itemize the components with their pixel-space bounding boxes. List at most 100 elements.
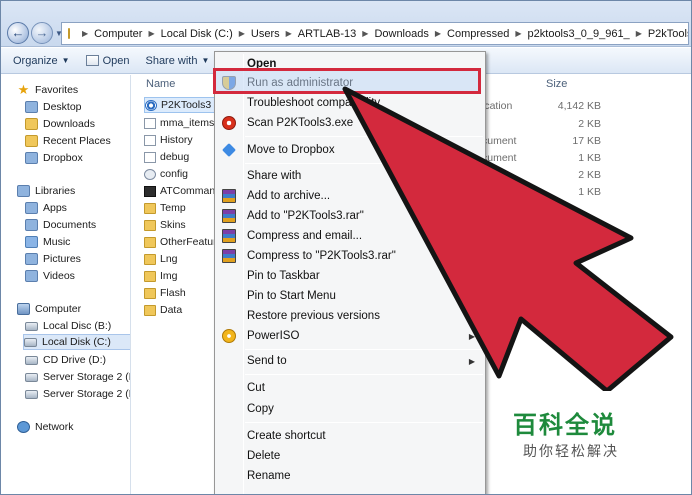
menu-item-create-shortcut[interactable]: Create shortcut [217,426,483,446]
back-button[interactable]: ← [7,22,29,44]
folder-icon [68,28,70,39]
forward-button[interactable]: → [31,22,53,44]
dropbox-icon [25,152,38,164]
file-type-cell: ication [482,100,513,112]
nav-item-dropbox[interactable]: Dropbox [25,150,83,166]
folder-icon [144,304,156,316]
drive-icon [24,337,37,347]
column-header-name[interactable]: Name [146,78,175,90]
folder-row[interactable]: Lng [144,251,178,267]
nav-item-videos[interactable]: Videos [25,268,75,284]
nav-favorites[interactable]: ★ Favorites [17,82,79,98]
winrar-icon [222,249,236,263]
menu-item-cut[interactable]: Cut [217,378,483,398]
nav-item-server-storage[interactable]: Server Storage 2 (Ext [25,369,130,385]
breadcrumb-item[interactable]: Local Disk (C:) [161,28,233,40]
pictures-icon [25,253,38,265]
file-size-cell: 2 KB [578,118,601,130]
menu-item-scan[interactable]: Scan P2KTools3.exe [217,113,483,133]
file-row[interactable]: mma_items. [144,115,217,131]
file-row[interactable]: ATComman [144,183,215,199]
breadcrumb-item[interactable]: Compressed [447,28,509,40]
folder-row[interactable]: Img [144,268,178,284]
file-type-cell: cument [482,135,517,147]
watermark-subtitle: 助你轻松解决 [523,444,619,460]
batch-file-icon [144,185,156,197]
file-row-p2ktools3[interactable]: P2KTools3 [144,97,217,113]
nav-item-downloads[interactable]: Downloads [25,116,95,132]
file-icon [144,117,156,129]
folder-icon [144,287,156,299]
winrar-icon [222,189,236,203]
chevron-down-icon: ▼ [201,56,210,65]
text-file-icon [144,151,156,163]
share-with-button[interactable]: Share with ▼ [145,55,209,67]
network-drive-icon [25,389,38,399]
menu-item-add-to-archive[interactable]: Add to archive... [217,186,483,206]
nav-item-apps[interactable]: Apps [25,200,67,216]
music-icon [25,236,38,248]
open-icon [85,55,99,66]
downloads-icon [25,118,38,130]
menu-item-pin-to-start-menu[interactable]: Pin to Start Menu [217,286,483,306]
nav-item-drive-b[interactable]: Local Disc (B:) [25,318,111,334]
file-row[interactable]: debug [144,149,189,165]
navigation-pane: ★ Favorites Desktop Downloads Recent Pla… [1,75,131,494]
nav-item-desktop[interactable]: Desktop [25,99,82,115]
poweriso-icon [222,329,236,343]
nav-item-pictures[interactable]: Pictures [25,251,81,267]
column-header-size[interactable]: Size [546,78,567,90]
folder-row[interactable]: Flash [144,285,186,301]
nav-item-server-storage[interactable]: Server Storage 2 (Ext [25,386,130,402]
cd-drive-icon [25,355,38,365]
computer-icon [17,303,30,315]
menu-item-share-with[interactable]: Share with [217,166,483,186]
menu-item-add-to-rar[interactable]: Add to "P2KTools3.rar" [217,206,483,226]
file-size-cell: 2 KB [578,169,601,181]
context-menu: Open Run as administrator Troubleshoot c… [214,51,486,494]
nav-network[interactable]: Network [17,419,74,435]
nav-item-drive-c[interactable]: Local Disk (C:) [23,334,130,350]
menu-item-restore-previous-versions[interactable]: Restore previous versions [217,306,483,326]
menu-item-copy[interactable]: Copy [217,399,483,419]
open-button[interactable]: Open [85,55,129,67]
menu-item-pin-to-taskbar[interactable]: Pin to Taskbar [217,266,483,286]
file-type-cell: cument [482,152,517,164]
breadcrumb-item[interactable]: Downloads [374,28,428,40]
folder-row[interactable]: Skins [144,217,186,233]
breadcrumb-item[interactable]: P2kTools3 [648,28,688,40]
documents-icon [25,219,38,231]
menu-item-compress-to-rar[interactable]: Compress to "P2KTools3.rar" [217,246,483,266]
submenu-arrow-icon: ▶ [468,331,475,341]
winrar-icon [222,229,236,243]
organize-button[interactable]: Organize ▼ [13,55,70,67]
nav-item-documents[interactable]: Documents [25,217,96,233]
menu-item-poweriso[interactable]: PowerISO ▶ [217,326,483,346]
nav-libraries[interactable]: Libraries [17,183,75,199]
menu-item-move-to-dropbox[interactable]: Move to Dropbox [217,140,483,160]
breadcrumb-item[interactable]: Users [251,28,280,40]
menu-item-delete[interactable]: Delete [217,446,483,466]
file-row[interactable]: config [144,166,188,182]
breadcrumb-item[interactable]: Computer [94,28,142,40]
explorer-window: ← → ▼ ▶ Computer ▶ Local Disk (C:) ▶ Use… [0,0,692,495]
drive-icon [25,321,38,331]
nav-item-drive-d[interactable]: CD Drive (D:) [25,352,106,368]
breadcrumb-item[interactable]: p2ktools3_0_9_961_ [528,28,630,40]
menu-item-troubleshoot-compatibility[interactable]: Troubleshoot compatibility [217,93,483,113]
breadcrumb-item[interactable]: ARTLAB-13 [298,28,357,40]
folder-row[interactable]: Temp [144,200,186,216]
folder-row[interactable]: OtherFeatur [144,234,217,250]
file-size-cell: 17 KB [572,135,601,147]
folder-row[interactable]: Data [144,302,182,318]
breadcrumb[interactable]: ▶ Computer ▶ Local Disk (C:) ▶ Users ▶ A… [61,22,689,45]
menu-item-send-to[interactable]: Send to ▶ [217,351,483,371]
nav-computer[interactable]: Computer [17,301,81,317]
menu-item-rename[interactable]: Rename [217,466,483,486]
nav-item-music[interactable]: Music [25,234,70,250]
menu-separator [245,163,483,164]
menu-item-compress-and-email[interactable]: Compress and email... [217,226,483,246]
menu-separator [245,422,483,423]
nav-item-recent-places[interactable]: Recent Places [25,133,111,149]
file-row[interactable]: History [144,132,193,148]
